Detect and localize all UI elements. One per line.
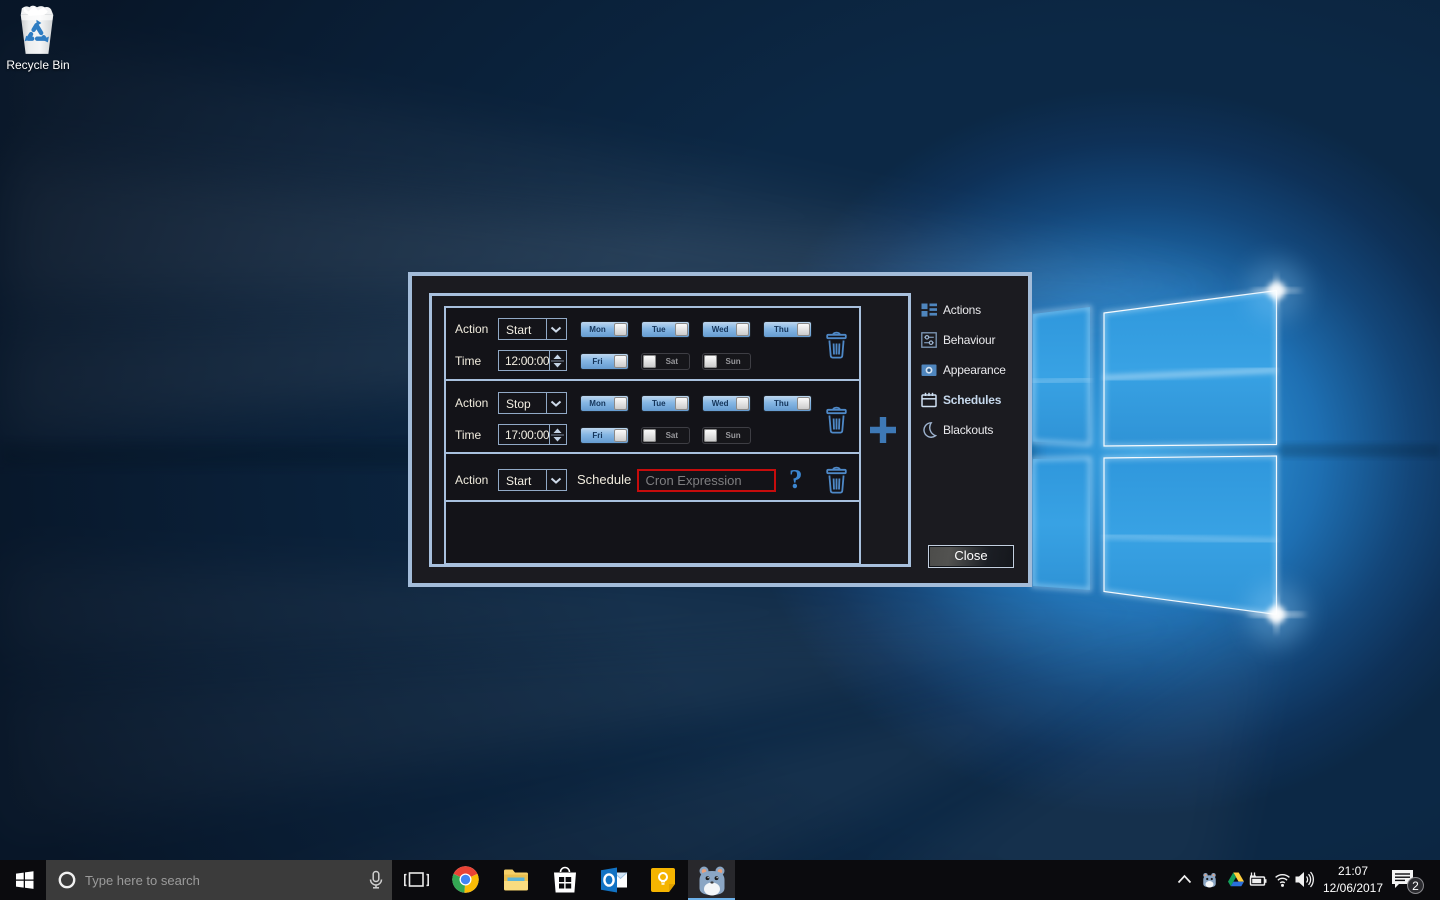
svg-text:2: 2 — [1412, 879, 1419, 893]
